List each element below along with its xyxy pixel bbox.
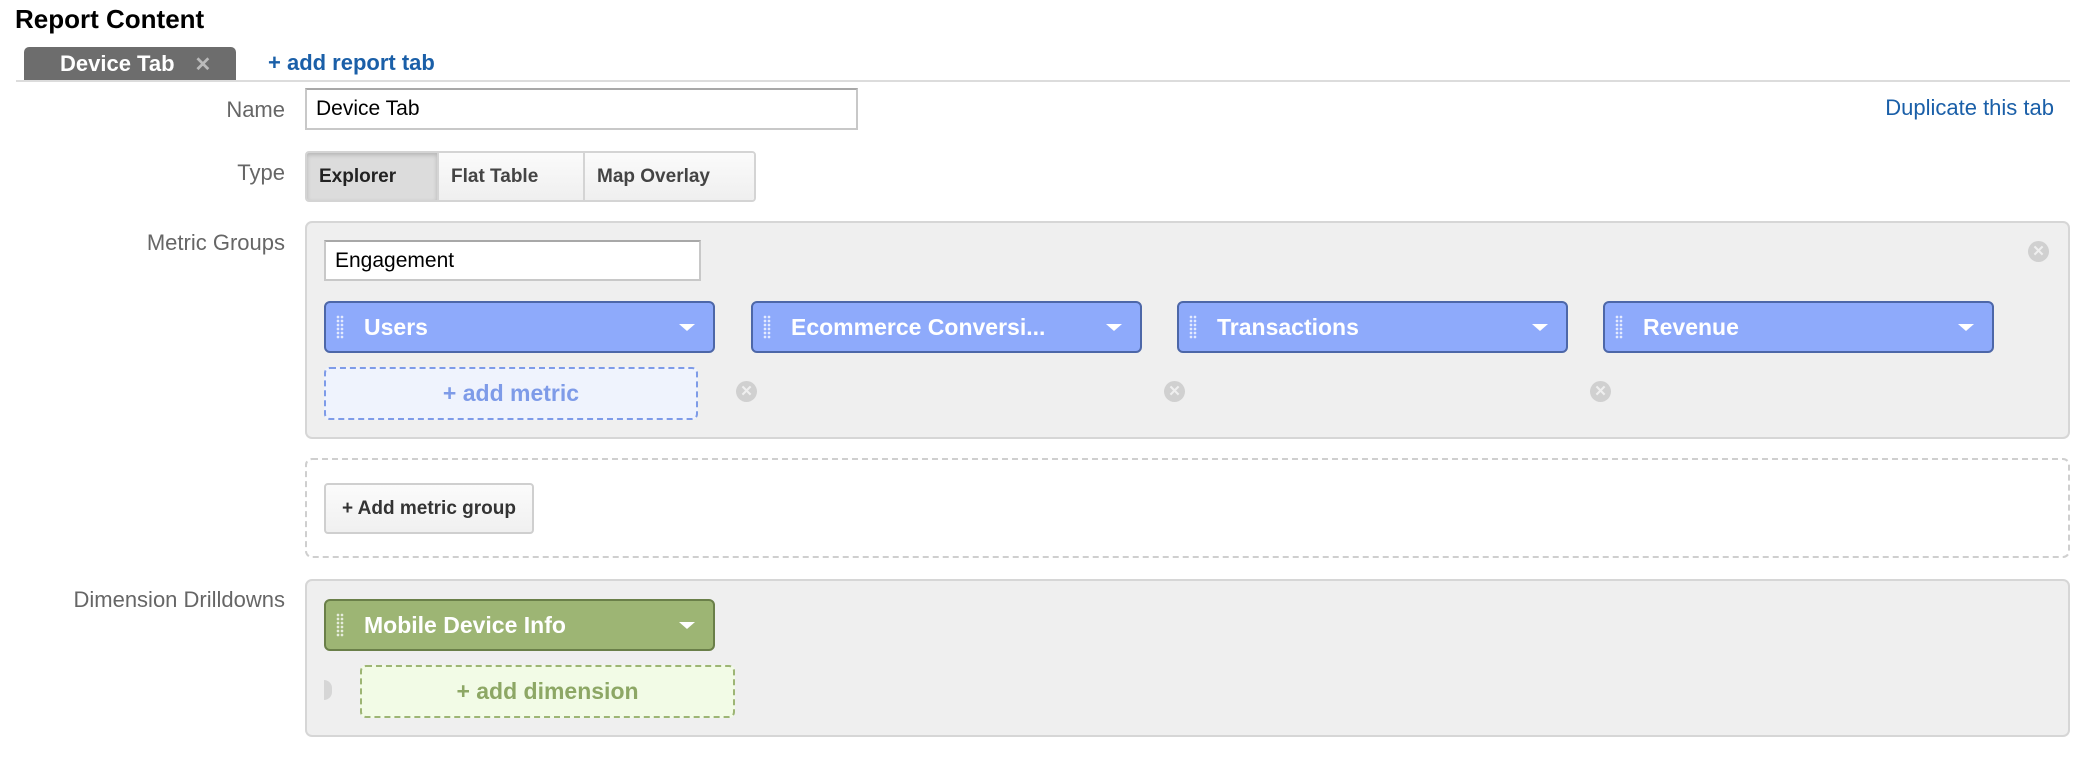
name-input[interactable]: Device Tab bbox=[305, 88, 858, 130]
add-metric-group-button[interactable]: + Add metric group bbox=[324, 483, 534, 534]
caret-down-icon[interactable] bbox=[1532, 323, 1548, 331]
remove-metric-icon[interactable]: ✕ bbox=[1590, 381, 1611, 402]
metric-groups-label: Metric Groups bbox=[146, 230, 285, 255]
report-tab-device[interactable]: Device Tab ✕ bbox=[24, 47, 236, 81]
type-explorer-button[interactable]: Explorer bbox=[307, 153, 439, 200]
drag-handle-icon[interactable] bbox=[336, 613, 344, 637]
remove-metric-icon[interactable]: ✕ bbox=[1164, 381, 1185, 402]
type-label: Type bbox=[237, 160, 285, 185]
metric-label: Ecommerce Conversi... bbox=[791, 313, 1046, 340]
type-selector: Explorer Flat Table Map Overlay bbox=[305, 151, 756, 202]
add-dimension-button[interactable]: + add dimension bbox=[360, 665, 735, 718]
add-metric-group-area bbox=[305, 458, 2070, 558]
drag-handle-icon[interactable] bbox=[336, 315, 344, 339]
metric-label: Users bbox=[364, 313, 428, 340]
section-title: Report Content bbox=[15, 4, 205, 34]
metric-label: Revenue bbox=[1643, 313, 1739, 340]
dimension-chip-mobile-device-info[interactable]: Mobile Device Info bbox=[324, 599, 715, 651]
remove-metric-icon[interactable]: ✕ bbox=[736, 381, 757, 402]
metric-chip-transactions[interactable]: Transactions bbox=[1177, 301, 1568, 353]
tab-label: Device Tab bbox=[60, 51, 175, 76]
metric-group-name-input[interactable]: Engagement bbox=[324, 240, 701, 281]
metric-label: Transactions bbox=[1217, 313, 1359, 340]
type-map-overlay-button[interactable]: Map Overlay bbox=[585, 153, 754, 200]
dimension-drilldowns-label: Dimension Drilldowns bbox=[73, 587, 285, 612]
dimension-label: Mobile Device Info bbox=[364, 611, 566, 638]
add-report-tab-link[interactable]: + add report tab bbox=[268, 50, 435, 76]
metric-chip-revenue[interactable]: Revenue bbox=[1603, 301, 1994, 353]
duplicate-tab-link[interactable]: Duplicate this tab bbox=[1885, 95, 2054, 121]
caret-down-icon[interactable] bbox=[1958, 323, 1974, 331]
metric-chip-users[interactable]: Users bbox=[324, 301, 715, 353]
metric-chip-ecommerce-conversion[interactable]: Ecommerce Conversi... bbox=[751, 301, 1142, 353]
drag-handle-icon[interactable] bbox=[1615, 315, 1623, 339]
type-flat-table-button[interactable]: Flat Table bbox=[439, 153, 585, 200]
remove-metric-group-icon[interactable]: ✕ bbox=[2028, 241, 2049, 262]
drag-handle-icon[interactable] bbox=[1189, 315, 1197, 339]
name-label: Name bbox=[226, 97, 285, 122]
drag-handle-icon[interactable] bbox=[763, 315, 771, 339]
caret-down-icon[interactable] bbox=[679, 323, 695, 331]
close-icon[interactable]: ✕ bbox=[195, 52, 212, 77]
add-metric-button[interactable]: + add metric bbox=[324, 367, 698, 420]
caret-down-icon[interactable] bbox=[679, 621, 695, 629]
caret-down-icon[interactable] bbox=[1106, 323, 1122, 331]
tab-divider bbox=[16, 80, 2070, 82]
